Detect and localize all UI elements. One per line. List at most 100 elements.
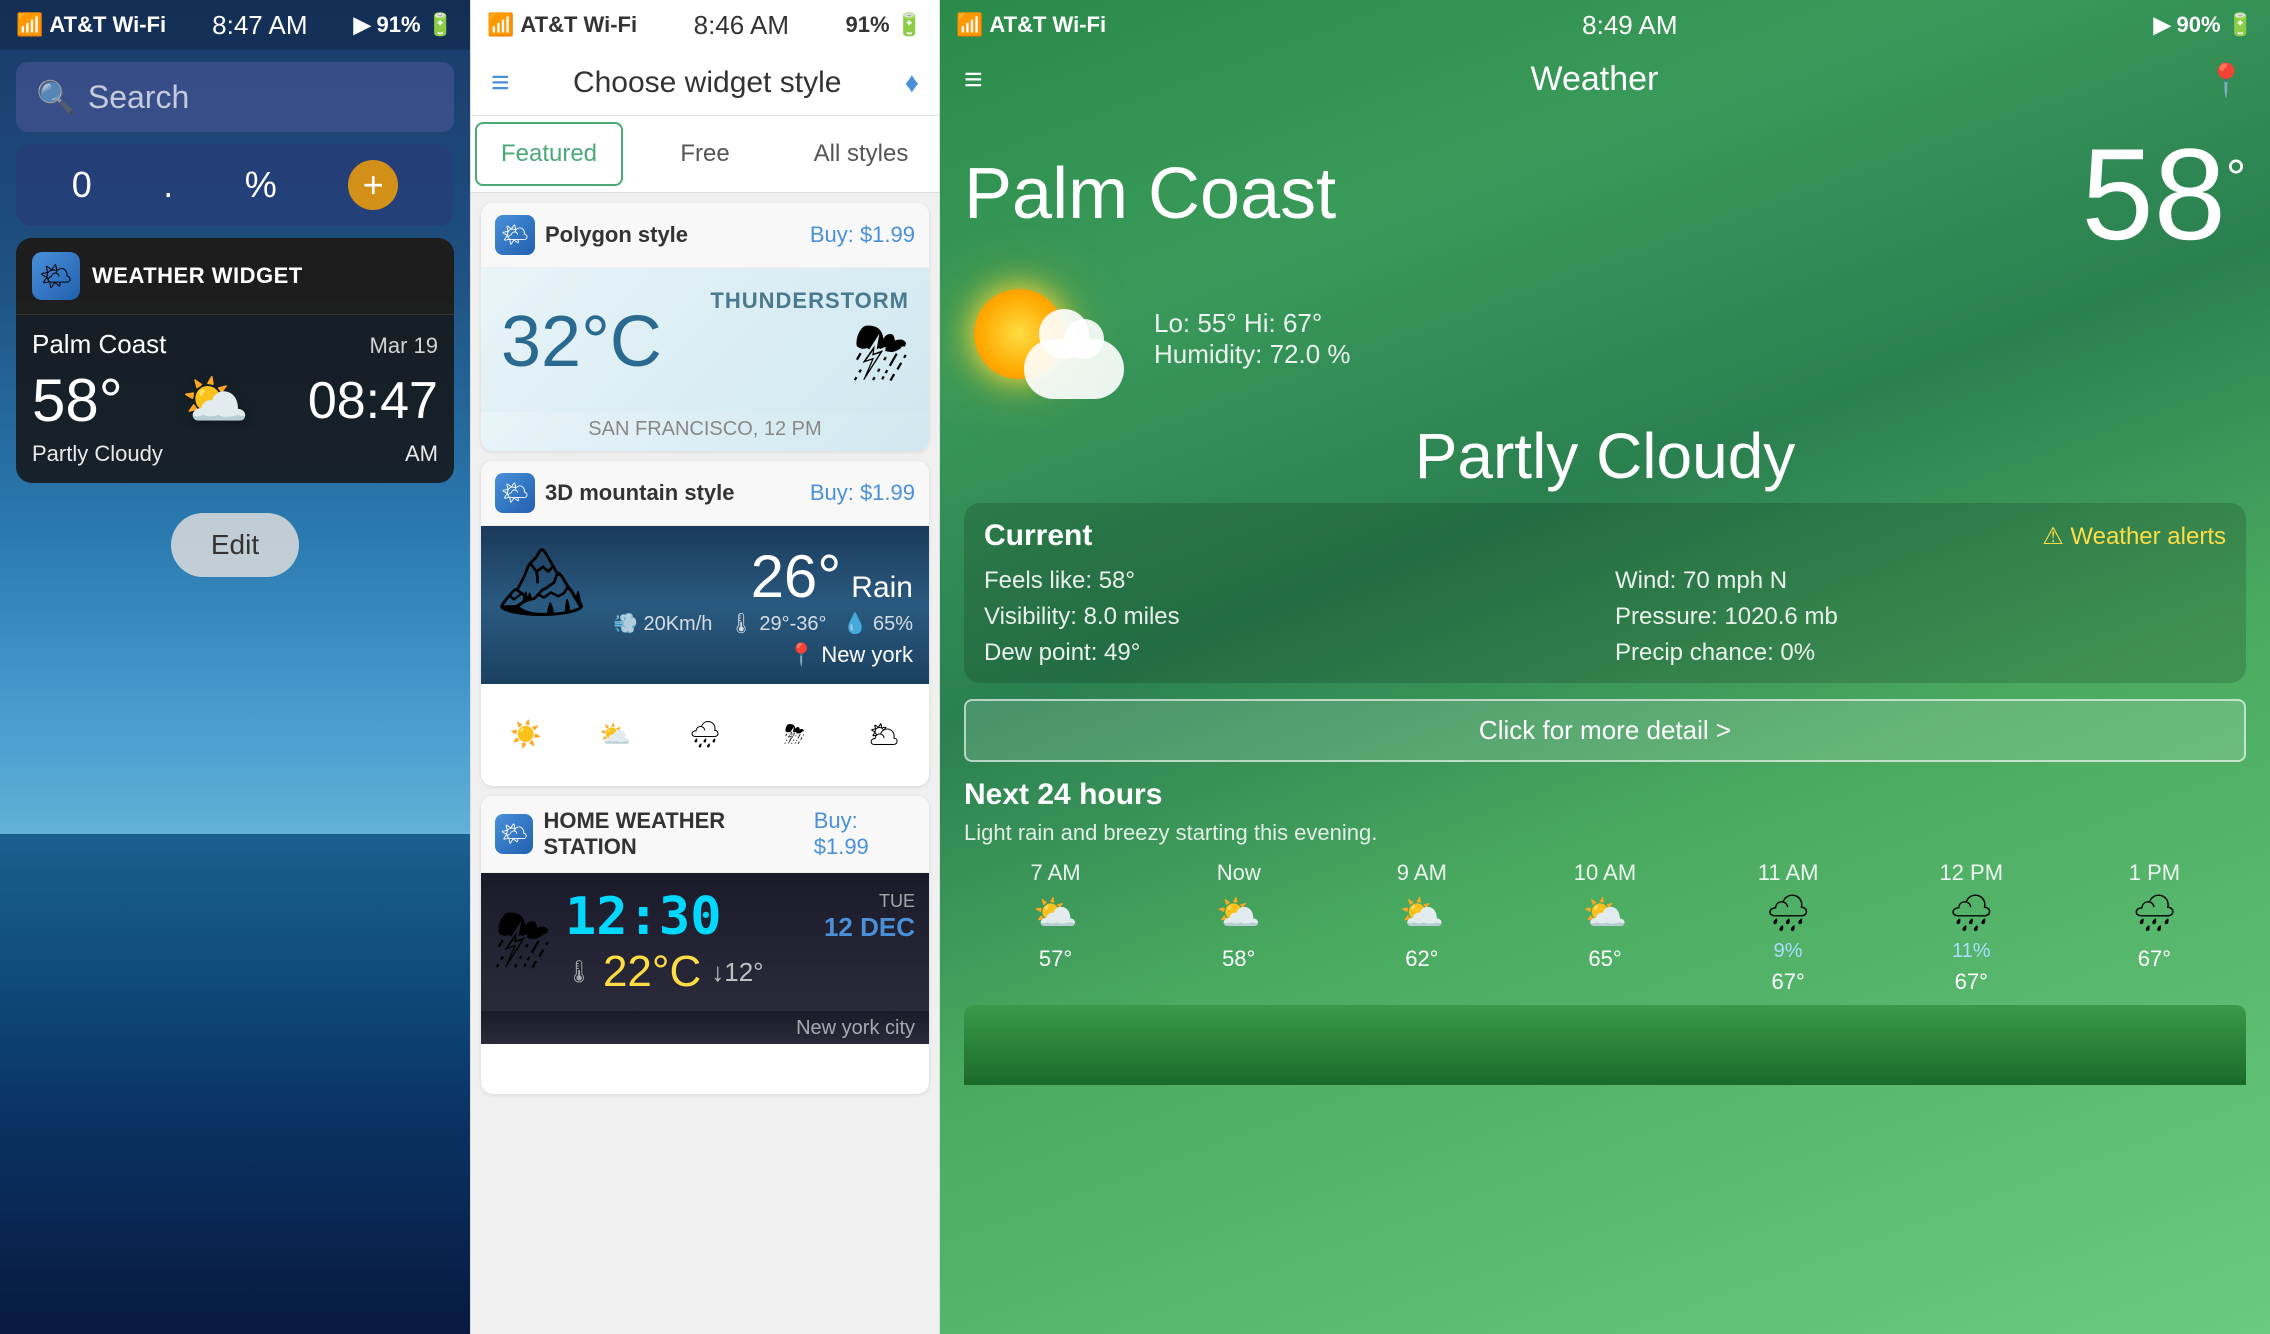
grass-footer xyxy=(964,1005,2246,1085)
screen2-carrier: 📶 AT&T Wi-Fi xyxy=(487,12,637,38)
home-date-label: TUE xyxy=(824,891,915,912)
widget-header: 🌤 WEATHER WIDGET xyxy=(16,238,454,315)
signal-icon-3: 📶 xyxy=(956,12,983,38)
home-btn-forecast[interactable]: FORECAST xyxy=(777,1055,891,1084)
hour-9am: 9 AM ⛅ 62° xyxy=(1330,860,1513,995)
mountain-icon: 🏔 xyxy=(497,542,586,624)
home-weather-station-card[interactable]: 🌤 HOME WEATHER STATION Buy: $1.99 ⛈ 12:3… xyxy=(481,796,929,1094)
calc-dot: . xyxy=(163,164,173,206)
location-arrow-icon: ▶ xyxy=(354,12,371,38)
search-icon: 🔍 xyxy=(36,78,76,116)
mountain-card-body: 🏔 26° Rain 💨 20Km/h 🌡 29°-36° 💧 65% New … xyxy=(481,526,929,684)
mountain-card-name: 3D mountain style xyxy=(545,480,734,506)
next24-section: Next 24 hours Light rain and breezy star… xyxy=(964,778,2246,995)
hour-now: Now ⛅ 58° xyxy=(1147,860,1330,995)
wind: Wind: 70 mph N xyxy=(1615,567,2226,595)
mountain-temp: 26° xyxy=(751,542,842,611)
hour-1pm: 1 PM 🌧 67° xyxy=(2063,860,2246,995)
weather-icon: ⛅ xyxy=(181,368,249,433)
widget-temperature: 58° xyxy=(32,366,123,435)
battery-icon-2: 🔋 xyxy=(896,12,923,38)
screen3-menu-icon[interactable]: ≡ xyxy=(964,61,983,98)
home-date-val: 12 DEC xyxy=(824,912,915,943)
home-station-footer: HOME DETAIL FORECAST xyxy=(481,1044,929,1094)
home-station-body: ⛈ 12:30 TUE 12 DEC 🌡 22°C ↓12° xyxy=(481,873,929,1011)
screen1: 📶 AT&T Wi-Fi 8:47 AM ▶ 91% 🔋 🔍 Search 0 … xyxy=(0,0,470,1334)
screen3-carrier: 📶 AT&T Wi-Fi xyxy=(956,12,1106,38)
forecast-sun: SUN ⛈ 27°/30° xyxy=(765,694,824,776)
screen3-header: ≡ Weather 📍 xyxy=(940,50,2270,109)
forecast-sat: SAT 🌧 27°/30° xyxy=(675,694,734,776)
tab-free[interactable]: Free xyxy=(631,122,779,186)
mountain-card-price: Buy: $1.99 xyxy=(810,480,915,506)
polygon-card-price: Buy: $1.99 xyxy=(810,222,915,248)
polygon-weather-icon: ⛈ xyxy=(710,314,909,396)
polygon-card-name: Polygon style xyxy=(545,222,688,248)
dew-point: Dew point: 49° xyxy=(984,639,1595,667)
screen2-status-bar: 📶 AT&T Wi-Fi 8:46 AM 91% 🔋 xyxy=(471,0,939,50)
gem-icon[interactable]: ♦ xyxy=(905,67,919,99)
screen3-battery: ▶ 90% 🔋 xyxy=(2154,12,2254,38)
polygon-style-card[interactable]: 🌤 Polygon style Buy: $1.99 32°C THUNDERS… xyxy=(481,203,929,451)
widget-time: 08:47 xyxy=(308,371,438,431)
polygon-card-icon: 🌤 xyxy=(495,215,535,255)
signal-icon: 📶 xyxy=(16,12,43,38)
screen3-time: 8:49 AM xyxy=(1582,10,1677,41)
screen3-location-icon[interactable]: 📍 xyxy=(2206,61,2246,99)
mountain-humidity: 💧 65% xyxy=(843,611,914,636)
polygon-card-body: 32°C THUNDERSTORM ⛈ xyxy=(481,268,929,412)
mountain-wind: 💨 20Km/h xyxy=(613,611,712,636)
widget-cards-list: 🌤 Polygon style Buy: $1.99 32°C THUNDERS… xyxy=(471,193,939,1334)
widget-title: WEATHER WIDGET xyxy=(92,263,303,289)
hourly-forecast: 7 AM ⛅ 57° Now ⛅ 58° 9 AM ⛅ 62° xyxy=(964,860,2246,995)
current-conditions: Current ⚠ Weather alerts Feels like: 58°… xyxy=(964,503,2246,683)
widget-ampm: AM xyxy=(405,441,438,467)
home-temp-low: ↓12° xyxy=(711,957,763,988)
widget-condition: Partly Cloudy xyxy=(32,441,163,467)
search-label: Search xyxy=(88,79,189,116)
weather-alerts[interactable]: ⚠ Weather alerts xyxy=(2042,522,2226,551)
edit-button-container: Edit xyxy=(0,513,470,577)
home-btn-home[interactable]: HOME xyxy=(519,1055,589,1084)
calc-zero: 0 xyxy=(72,164,92,206)
screen3: 📶 AT&T Wi-Fi 8:49 AM ▶ 90% 🔋 ≡ Weather 📍… xyxy=(940,0,2270,1334)
weather-condition: Partly Cloudy xyxy=(964,419,2246,493)
screen3-main: Palm Coast 58° Lo: 55° Hi: 67° Humidity:… xyxy=(940,109,2270,1334)
screen2-time: 8:46 AM xyxy=(694,10,789,41)
mountain-forecast: THU ☀️ 27°/30° FRI ⛅ 27°/30° SAT 🌧 27°/3… xyxy=(481,684,929,786)
hour-11am: 11 AM 🌧 9% 67° xyxy=(1697,860,1880,995)
screen3-status-bar: 📶 AT&T Wi-Fi 8:49 AM ▶ 90% 🔋 xyxy=(940,0,2270,50)
precip-chance: Precip chance: 0% xyxy=(1615,639,2226,667)
signal-icon-2: 📶 xyxy=(487,12,514,38)
mountain-card-icon: 🌤 xyxy=(495,473,535,513)
home-station-icon: 🌤 xyxy=(495,814,533,854)
battery-icon: 🔋 xyxy=(427,12,454,38)
forecast-thu: THU ☀️ 27°/30° xyxy=(496,694,555,776)
current-title: Current xyxy=(984,519,1092,553)
screen3-title: Weather xyxy=(1530,60,1658,99)
home-clock: 12:30 xyxy=(565,887,722,947)
home-btn-detail[interactable]: DETAIL xyxy=(644,1055,722,1084)
search-bar[interactable]: 🔍 Search xyxy=(16,62,454,132)
edit-button[interactable]: Edit xyxy=(171,513,299,577)
screen1-battery: ▶ 91% 🔋 xyxy=(354,12,454,38)
next24-title: Next 24 hours xyxy=(964,778,2246,812)
hour-10am: 10 AM ⛅ 65° xyxy=(1513,860,1696,995)
mountain-style-card[interactable]: 🌤 3D mountain style Buy: $1.99 🏔 26° Rai… xyxy=(481,461,929,786)
menu-icon[interactable]: ≡ xyxy=(491,64,510,101)
weather-hero: Palm Coast 58° xyxy=(964,109,2246,269)
screen1-time: 8:47 AM xyxy=(212,10,307,41)
tab-all-styles[interactable]: All styles xyxy=(787,122,935,186)
hour-12pm: 12 PM 🌧 11% 67° xyxy=(1880,860,2063,995)
polygon-location: SAN FRANCISCO, 12 PM xyxy=(481,412,929,451)
tab-featured[interactable]: Featured xyxy=(475,122,623,186)
forecast-mon: MON 🌥 27°/30° xyxy=(854,694,913,776)
calculator-row: 0 . % + xyxy=(16,144,454,226)
hi-lo: Lo: 55° Hi: 67° xyxy=(1154,308,1351,339)
home-station-name: HOME WEATHER STATION xyxy=(543,808,813,860)
big-temperature: 58° xyxy=(2081,121,2246,267)
screen2-battery: 91% 🔋 xyxy=(846,12,923,38)
screen2-header: ≡ Choose widget style ♦ xyxy=(471,50,939,116)
detail-button[interactable]: Click for more detail > xyxy=(964,699,2246,762)
widget-style-tabs: Featured Free All styles xyxy=(471,116,939,193)
